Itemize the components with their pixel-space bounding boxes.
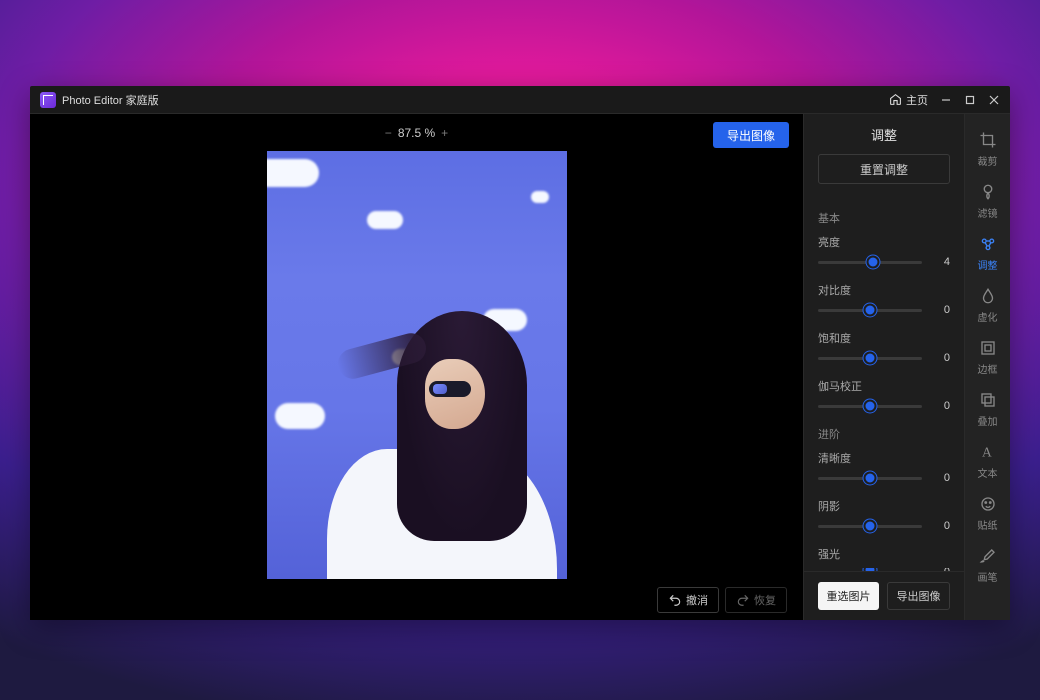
- slider-track[interactable]: [818, 309, 922, 312]
- slider-clarity: 清晰度 0: [818, 450, 950, 484]
- tool-brush[interactable]: 画笔: [965, 540, 1011, 590]
- slider-shadows: 阴影 0: [818, 498, 950, 532]
- slider-track[interactable]: [818, 261, 922, 264]
- slider-track[interactable]: [818, 525, 922, 528]
- blur-icon: [979, 287, 997, 305]
- slider-thumb[interactable]: [864, 352, 877, 365]
- slider-highlights: 强光 0: [818, 546, 950, 571]
- redo-label: 恢复: [754, 592, 776, 608]
- slider-thumb[interactable]: [867, 256, 880, 269]
- slider-label: 对比度: [818, 282, 950, 298]
- slider-value: 0: [932, 352, 950, 364]
- home-icon: [889, 93, 902, 106]
- slider-thumb[interactable]: [864, 568, 877, 571]
- slider-value: 0: [932, 520, 950, 532]
- app-title: Photo Editor 家庭版: [62, 92, 159, 108]
- panel-title: 调整: [804, 114, 964, 154]
- redo-button: 恢复: [725, 587, 787, 613]
- tool-overlay[interactable]: 叠加: [965, 384, 1011, 434]
- tool-border[interactable]: 边框: [965, 332, 1011, 382]
- slider-track[interactable]: [818, 477, 922, 480]
- canvas-footer: 撤消 恢复: [30, 579, 803, 620]
- home-label: 主页: [906, 92, 928, 108]
- adjust-panel: 调整 重置调整 基本 亮度 4 对比度 0: [803, 114, 964, 620]
- minimize-button[interactable]: [934, 86, 958, 114]
- slider-label: 亮度: [818, 234, 950, 250]
- section-basic: 基本: [818, 210, 950, 226]
- tool-label: 虚化: [978, 309, 998, 324]
- app-icon: [40, 92, 56, 108]
- tool-label: 边框: [978, 361, 998, 376]
- tool-filter[interactable]: 滤镜: [965, 176, 1011, 226]
- canvas-area: − 87.5 % + 导出图像: [30, 114, 803, 620]
- tool-crop[interactable]: 裁剪: [965, 124, 1011, 174]
- tool-blur[interactable]: 虚化: [965, 280, 1011, 330]
- slider-brightness: 亮度 4: [818, 234, 950, 268]
- filter-icon: [979, 183, 997, 201]
- tool-sidebar: 裁剪 滤镜 调整 虚化 边框 叠加 A: [964, 114, 1010, 620]
- export-button-bottom[interactable]: 导出图像: [887, 582, 950, 610]
- tool-label: 调整: [978, 257, 998, 272]
- redo-icon: [736, 593, 750, 607]
- slider-value: 0: [932, 304, 950, 316]
- panel-body[interactable]: 重置调整 基本 亮度 4 对比度 0: [804, 154, 964, 571]
- brush-icon: [979, 547, 997, 565]
- slider-value: 0: [932, 400, 950, 412]
- slider-track[interactable]: [818, 357, 922, 360]
- panel-footer: 重选图片 导出图像: [804, 571, 964, 620]
- slider-label: 阴影: [818, 498, 950, 514]
- window-controls: [934, 86, 1006, 114]
- photo-preview: [267, 151, 567, 579]
- zoom-control[interactable]: − 87.5 % +: [385, 126, 448, 140]
- slider-saturation: 饱和度 0: [818, 330, 950, 364]
- slider-contrast: 对比度 0: [818, 282, 950, 316]
- section-advanced: 进阶: [818, 426, 950, 442]
- tool-label: 裁剪: [978, 153, 998, 168]
- reselect-button[interactable]: 重选图片: [818, 582, 879, 610]
- slider-label: 伽马校正: [818, 378, 950, 394]
- export-button-top[interactable]: 导出图像: [713, 122, 789, 148]
- slider-thumb[interactable]: [864, 304, 877, 317]
- undo-label: 撤消: [686, 592, 708, 608]
- tool-label: 文本: [978, 465, 998, 480]
- tool-label: 画笔: [978, 569, 998, 584]
- tool-label: 叠加: [978, 413, 998, 428]
- reset-button[interactable]: 重置调整: [818, 154, 950, 184]
- slider-thumb[interactable]: [864, 520, 877, 533]
- close-button[interactable]: [982, 86, 1006, 114]
- canvas-toolbar: − 87.5 % + 导出图像: [30, 114, 803, 151]
- slider-thumb[interactable]: [864, 472, 877, 485]
- app-body: − 87.5 % + 导出图像: [30, 114, 1010, 620]
- zoom-out-icon[interactable]: −: [385, 126, 392, 140]
- home-link[interactable]: 主页: [883, 92, 934, 108]
- canvas-viewport[interactable]: [30, 151, 803, 579]
- text-icon: A: [979, 443, 997, 461]
- zoom-value: 87.5 %: [398, 126, 435, 140]
- sticker-icon: [979, 495, 997, 513]
- slider-gamma: 伽马校正 0: [818, 378, 950, 412]
- slider-value: 4: [932, 256, 950, 268]
- tool-label: 贴纸: [978, 517, 998, 532]
- overlay-icon: [979, 391, 997, 409]
- slider-label: 强光: [818, 546, 950, 562]
- crop-icon: [979, 131, 997, 149]
- titlebar: Photo Editor 家庭版 主页: [30, 86, 1010, 114]
- border-icon: [979, 339, 997, 357]
- svg-text:A: A: [982, 444, 992, 459]
- slider-track[interactable]: [818, 405, 922, 408]
- tool-sticker[interactable]: 贴纸: [965, 488, 1011, 538]
- slider-label: 清晰度: [818, 450, 950, 466]
- slider-value: 0: [932, 472, 950, 484]
- undo-icon: [668, 593, 682, 607]
- tool-label: 滤镜: [978, 205, 998, 220]
- adjust-icon: [979, 235, 997, 253]
- tool-text[interactable]: A 文本: [965, 436, 1011, 486]
- slider-thumb[interactable]: [864, 400, 877, 413]
- zoom-in-icon[interactable]: +: [441, 126, 448, 140]
- app-window: Photo Editor 家庭版 主页 − 87.5 %: [30, 86, 1010, 620]
- tool-adjust[interactable]: 调整: [965, 228, 1011, 278]
- undo-button[interactable]: 撤消: [657, 587, 719, 613]
- slider-label: 饱和度: [818, 330, 950, 346]
- maximize-button[interactable]: [958, 86, 982, 114]
